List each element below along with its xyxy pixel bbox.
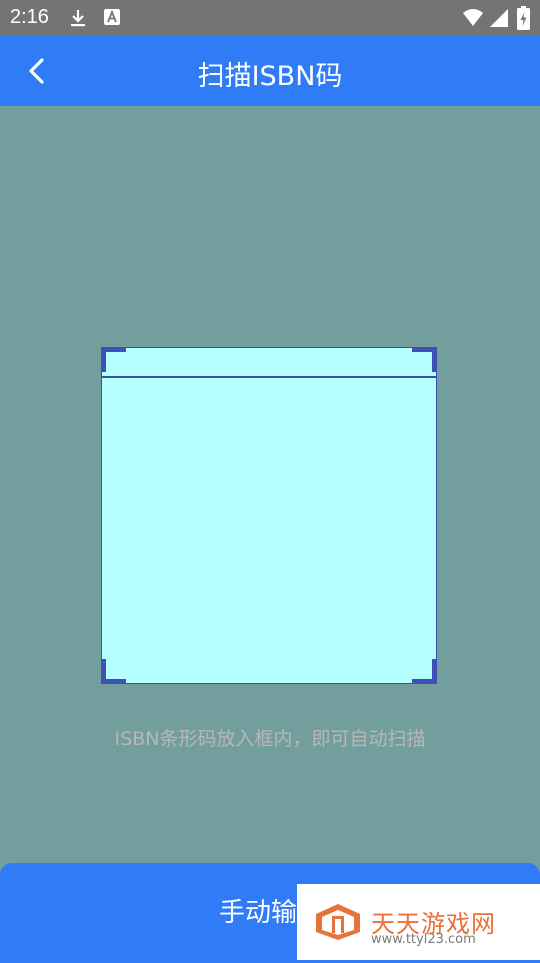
manual-input-label: 手动输	[218, 898, 297, 928]
scan-frame	[101, 347, 437, 684]
scan-corner-bottom-right	[412, 659, 437, 684]
scan-corner-top-left	[101, 347, 126, 372]
status-time: 2:16	[10, 6, 49, 28]
scan-corner-top-right	[412, 347, 437, 372]
status-bar: 2:16	[0, 0, 540, 36]
scan-hint: ISBN条形码放入框内，即可自动扫描	[114, 728, 426, 750]
app-bar: 扫描ISBN码	[0, 36, 540, 106]
watermark-url: www.ttyl23.com	[371, 932, 476, 947]
watermark: 天天游戏网 www.ttyl23.com	[297, 884, 540, 960]
page-title: 扫描ISBN码	[197, 61, 343, 92]
signal-icon	[490, 9, 508, 27]
download-icon	[71, 10, 85, 27]
battery-icon	[517, 6, 530, 30]
site-logo-icon	[316, 904, 360, 940]
scan-grid-line	[102, 348, 436, 378]
a-notification-icon	[104, 9, 120, 25]
wifi-icon	[463, 9, 483, 26]
scan-corner-bottom-left	[101, 659, 126, 684]
